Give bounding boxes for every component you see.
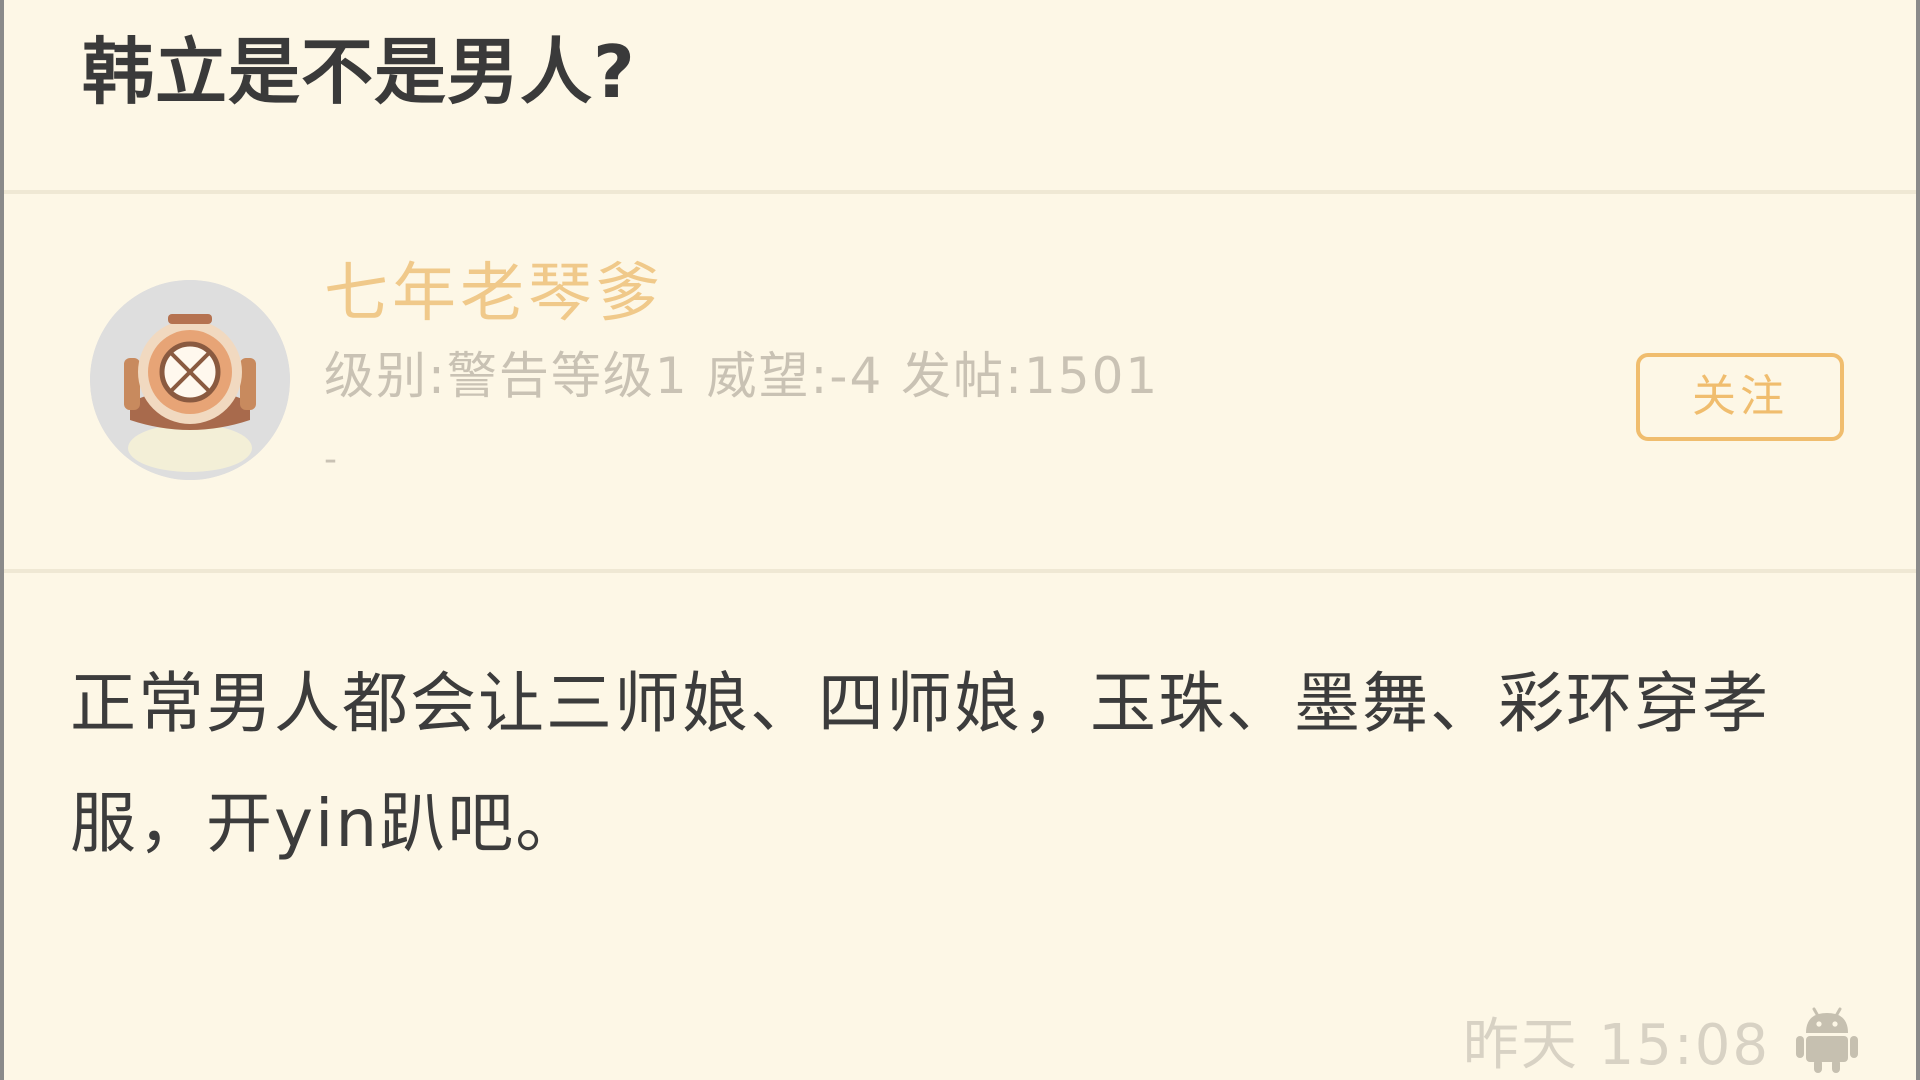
post-screen: 韩立是不是男人? 七年老琴爹 级别:警告等级1 威望:-4 发帖:1501 - … xyxy=(0,0,1920,1080)
post-footer: 昨天 15:08 xyxy=(1463,1000,1858,1080)
post-title: 韩立是不是男人? xyxy=(82,30,636,114)
diving-helmet-avatar-icon xyxy=(90,280,290,480)
post-body: 正常男人都会让三师娘、四师娘，玉珠、墨舞、彩环穿孝服，开yin趴吧。 xyxy=(70,665,1770,862)
android-icon xyxy=(1796,1007,1858,1073)
author-name[interactable]: 七年老琴爹 xyxy=(324,256,664,332)
post-time: 昨天 15:08 xyxy=(1462,1012,1770,1078)
follow-button[interactable]: 关注 xyxy=(1636,353,1844,441)
divider xyxy=(4,569,1916,573)
author-row: 七年老琴爹 级别:警告等级1 威望:-4 发帖:1501 - 关注 xyxy=(4,194,1916,569)
title-bar: 韩立是不是男人? xyxy=(4,0,1916,192)
author-avatar[interactable] xyxy=(90,280,290,480)
author-meta: 级别:警告等级1 威望:-4 发帖:1501 xyxy=(324,347,1160,405)
author-signature: - xyxy=(324,439,337,480)
